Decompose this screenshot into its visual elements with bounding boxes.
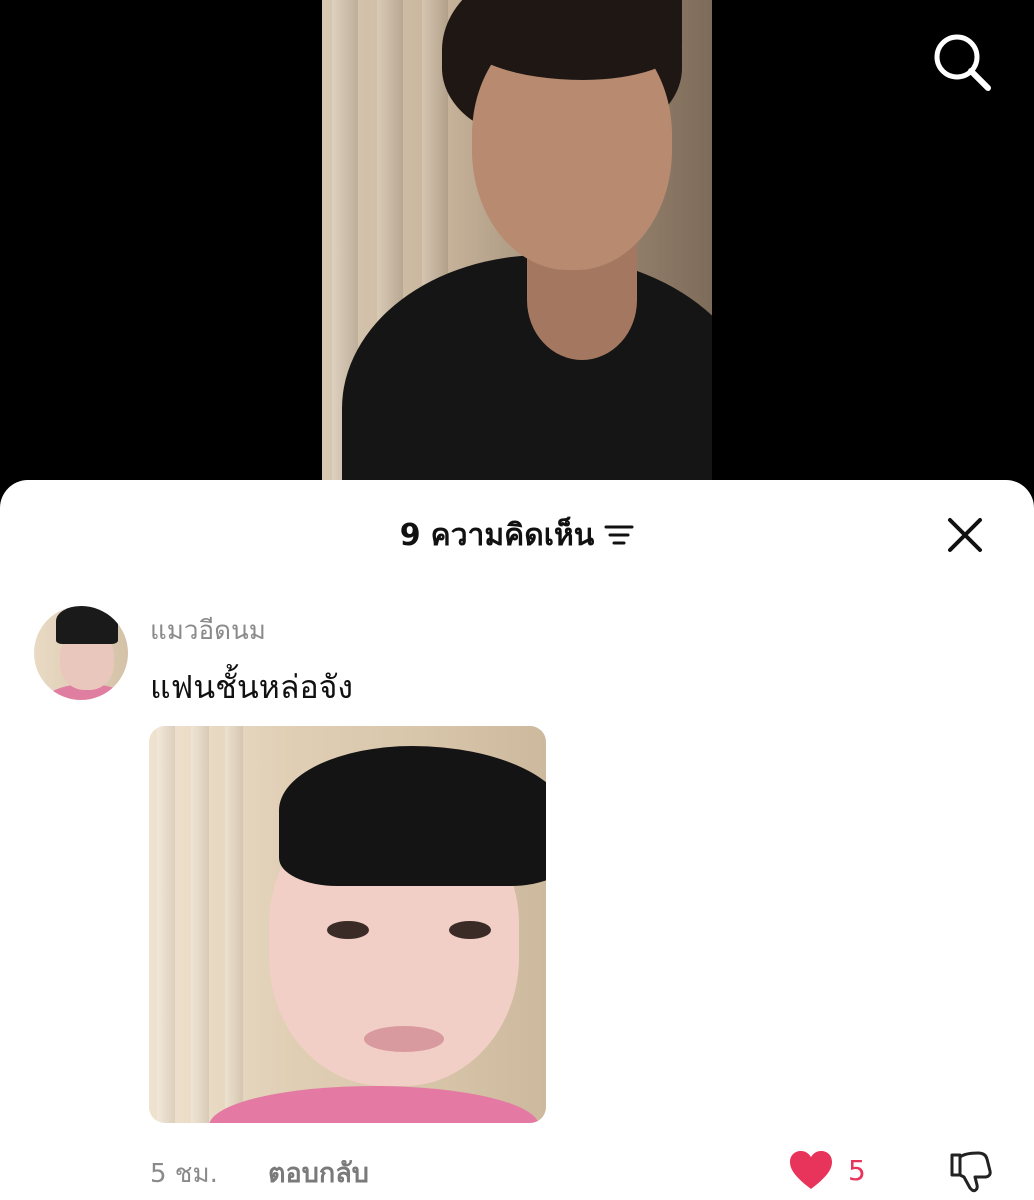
photo-curtain <box>225 726 243 1123</box>
photo-curtain <box>191 726 209 1123</box>
comment-text: แฟนชั้นหล่อจัง <box>150 668 354 706</box>
photo-lips <box>364 1026 444 1052</box>
avatar-hat <box>56 606 118 644</box>
photo-eye <box>449 921 491 939</box>
dislike-icon[interactable] <box>946 1147 994 1195</box>
comments-title: ความคิดเห็น <box>430 517 595 553</box>
comments-sheet: 9 ความคิดเห็น แมวอีดนม แฟนชั้นหล่อจัง 5 … <box>0 480 1034 1200</box>
photo-eye <box>327 921 369 939</box>
comments-header: 9 ความคิดเห็น <box>0 510 1034 560</box>
comment-meta: 5 ชม. ตอบกลับ 5 <box>0 1145 1034 1195</box>
video-player[interactable] <box>0 0 1034 520</box>
search-icon[interactable] <box>930 30 994 94</box>
photo-hood <box>209 1086 539 1123</box>
reply-button[interactable]: ตอบกลับ <box>268 1151 369 1194</box>
avatar[interactable] <box>34 606 128 700</box>
heart-icon[interactable] <box>788 1149 834 1191</box>
photo-curtain <box>157 726 175 1123</box>
like-button[interactable]: 5 <box>788 1147 866 1193</box>
comment-username[interactable]: แมวอีดนม <box>150 610 266 651</box>
photo-hat <box>279 746 546 886</box>
video-frame[interactable] <box>322 0 712 520</box>
comment-photo[interactable] <box>149 726 546 1123</box>
like-count: 5 <box>848 1153 866 1187</box>
comment-count: 9 <box>399 517 421 553</box>
comment-timestamp: 5 ชม. <box>150 1159 218 1189</box>
sort-icon[interactable] <box>604 520 634 550</box>
comments-title-area: 9 ความคิดเห็น <box>0 510 1034 560</box>
close-icon[interactable] <box>945 515 985 555</box>
